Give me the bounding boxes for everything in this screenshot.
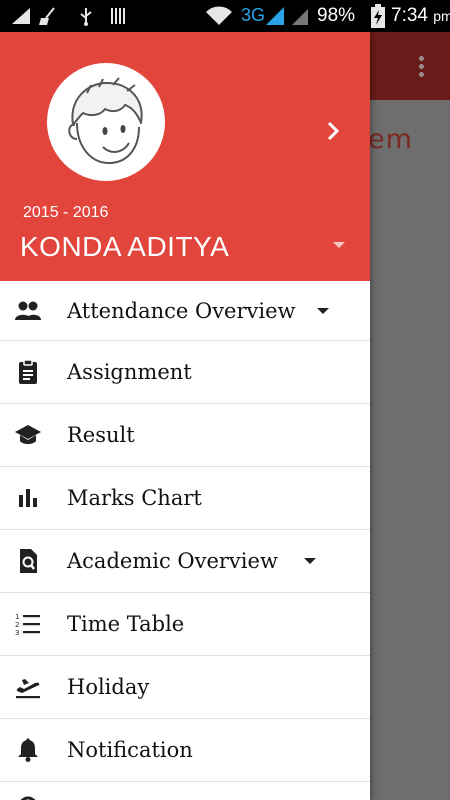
broom-icon	[39, 7, 55, 25]
menu-item-label: Marks Chart	[67, 486, 202, 510]
menu-item-marks-chart[interactable]: Marks Chart	[0, 467, 370, 530]
cell-signal-icon	[266, 7, 284, 25]
menu-item-label: Academic Overview	[67, 549, 278, 573]
menu-item-label: Assignment	[67, 360, 192, 384]
drawer-header: 2015 - 2016 KONDA ADITYA	[0, 32, 370, 281]
navigation-drawer: 2015 - 2016 KONDA ADITYA Attendance Over…	[0, 32, 370, 800]
caret-down-icon[interactable]	[303, 557, 317, 565]
menu-item-academic-overview[interactable]: Academic Overview	[0, 530, 370, 593]
overflow-menu-icon[interactable]	[419, 56, 425, 78]
menu-item-label: Attendance Overview	[67, 298, 296, 323]
menu-item-label: Notification	[67, 738, 193, 762]
flight-takeoff-icon	[16, 679, 40, 699]
cell-signal-2-icon	[292, 9, 308, 25]
graduation-cap-icon	[15, 425, 41, 444]
svg-text:2: 2	[15, 621, 19, 629]
caret-down-icon[interactable]	[316, 307, 330, 315]
menu-item-result[interactable]: Result	[0, 404, 370, 467]
svg-text:1: 1	[15, 613, 19, 621]
menu-item-label: Result	[67, 423, 135, 447]
app-content-scrim[interactable]	[370, 100, 450, 800]
clock-time: 7:34	[391, 5, 428, 26]
avatar[interactable]	[47, 63, 165, 181]
menu-item-holiday[interactable]: Holiday	[0, 656, 370, 719]
menu-item-partial[interactable]	[0, 782, 370, 800]
student-name: KONDA ADITYA	[20, 231, 230, 262]
app-content-peek-text: em	[368, 124, 413, 155]
wifi-icon	[206, 6, 232, 26]
network-type: 3G	[241, 5, 266, 25]
menu-item-label: Time Table	[67, 612, 185, 636]
bell-icon	[18, 738, 38, 762]
clock-ampm: pm	[433, 8, 450, 24]
chevron-right-icon[interactable]	[322, 120, 344, 142]
menu-item-assignment[interactable]: Assignment	[0, 341, 370, 404]
menu-item-attendance-overview[interactable]: Attendance Overview	[0, 281, 370, 341]
drawer-menu: Attendance Overview Assignment Result Ma…	[0, 281, 370, 800]
status-bar: 3G 98% 7:34 pm	[0, 0, 450, 32]
menu-item-label: Holiday	[67, 675, 150, 699]
system-status: 3G 98% 7:34 pm	[205, 0, 450, 32]
battery-percent: 98%	[317, 5, 356, 26]
usb-icon	[80, 8, 92, 26]
signal-bars-icon	[12, 8, 30, 24]
clipboard-icon	[19, 359, 37, 384]
bar-chart-icon	[19, 489, 37, 507]
menu-item-notification[interactable]: Notification	[0, 719, 370, 782]
battery-charging-icon	[371, 4, 385, 28]
document-search-icon	[20, 549, 37, 573]
cartoon-boy-avatar-icon	[68, 77, 143, 165]
app-toolbar	[370, 32, 450, 100]
numbered-list-icon: 1 2 3	[15, 613, 40, 637]
group-icon	[15, 301, 41, 320]
clock: 7:34 pm	[391, 5, 450, 27]
screen: 3G 98% 7:34 pm em 2015 - 2016 KONDA ADIT…	[0, 0, 450, 800]
account-dropdown-icon[interactable]	[332, 240, 346, 250]
settings-icon	[20, 796, 36, 800]
svg-text:3: 3	[15, 629, 19, 637]
menu-item-time-table[interactable]: 1 2 3 Time Table	[0, 593, 370, 656]
barcode-icon	[111, 8, 125, 24]
session-year: 2015 - 2016	[23, 204, 109, 221]
